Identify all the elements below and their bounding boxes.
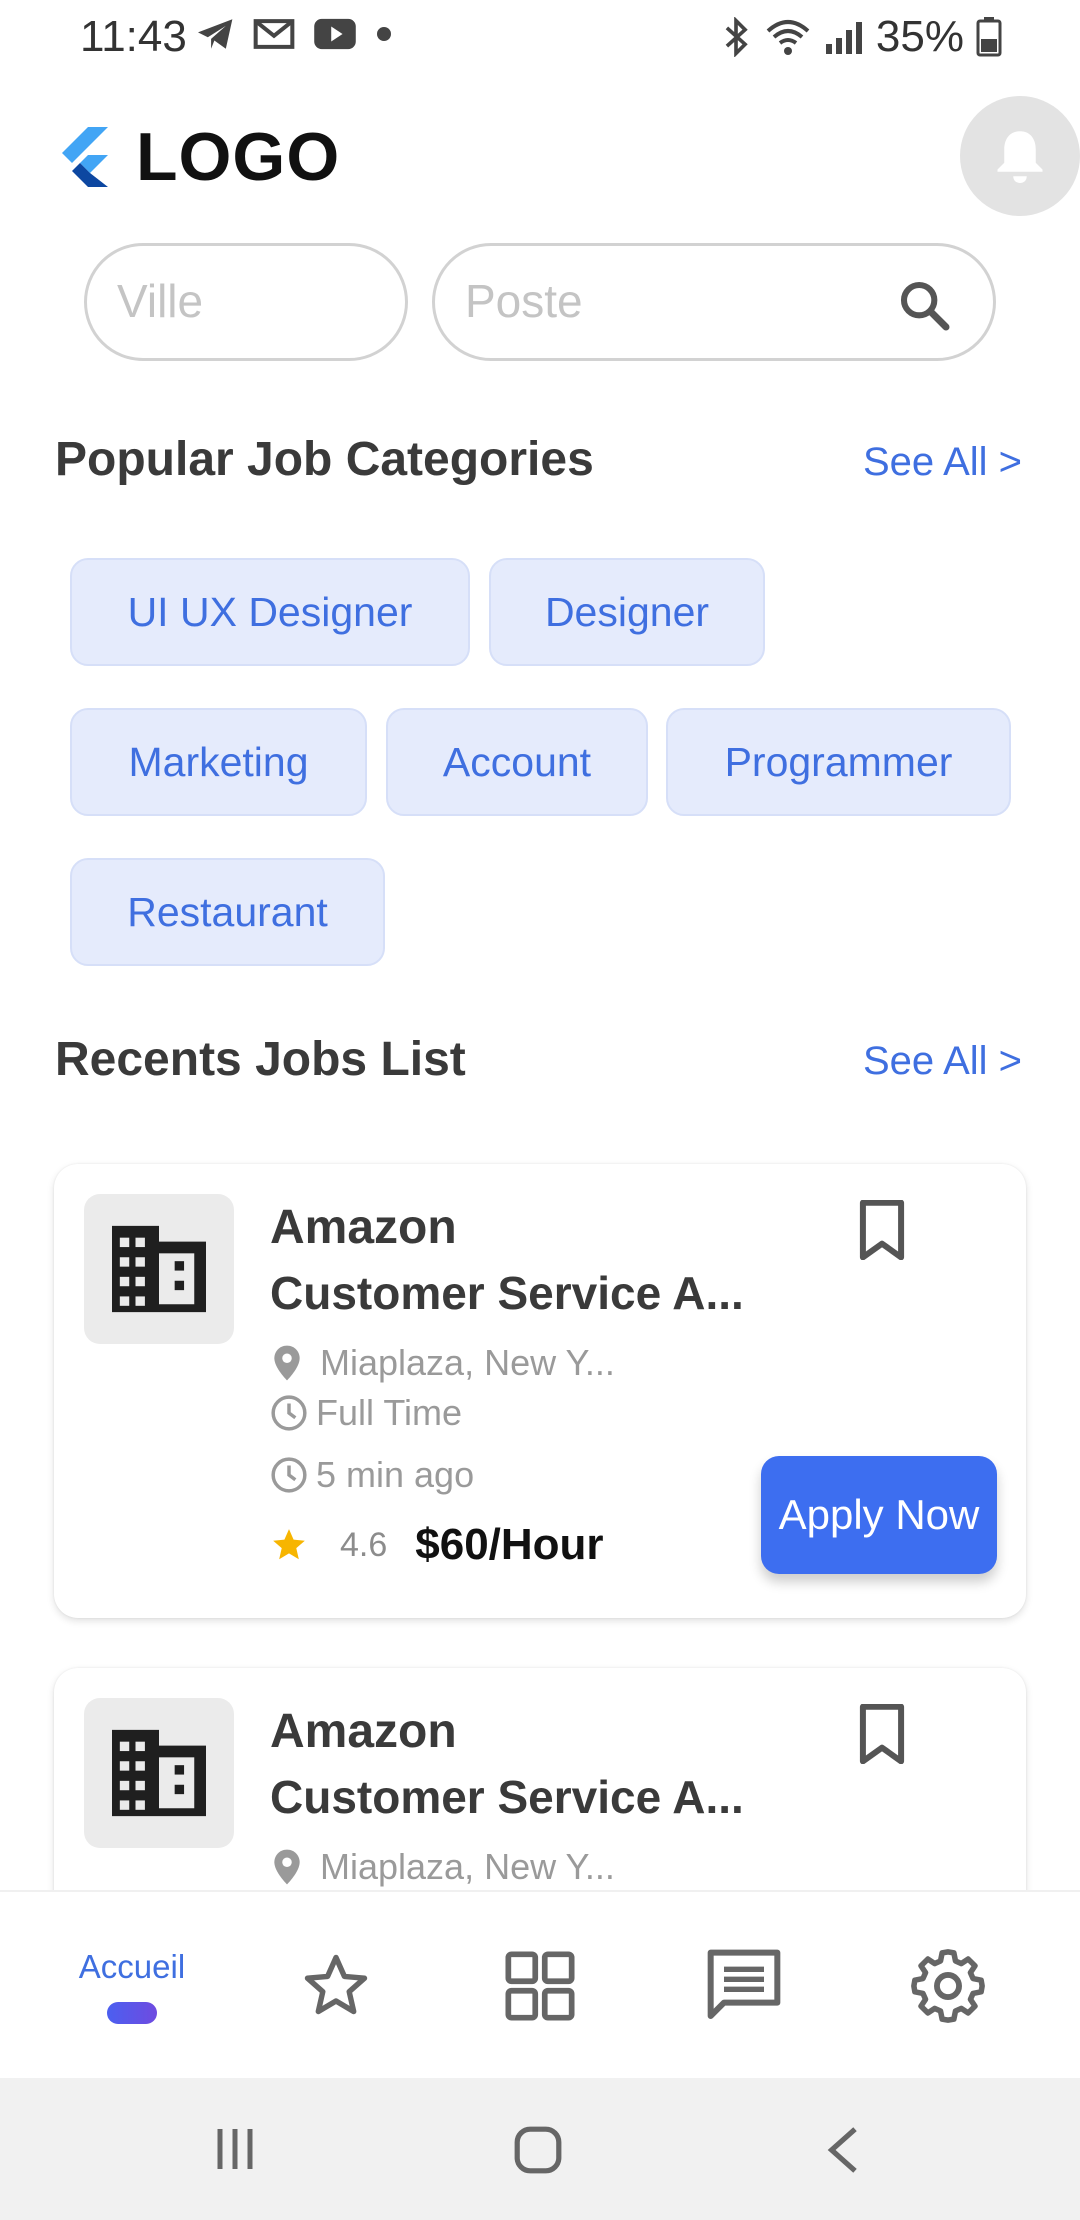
search-icon[interactable]: [897, 278, 953, 334]
telegram-icon: [198, 19, 233, 49]
wifi-icon: [766, 20, 810, 55]
location-pin-icon: [274, 1345, 300, 1381]
gmail-icon: [253, 19, 295, 49]
clock-icon: [271, 1457, 307, 1493]
job-type: Full Time: [270, 1392, 462, 1434]
category-chip[interactable]: UI UX Designer: [70, 558, 470, 666]
job-card[interactable]: Amazon Customer Service A... Miaplaza, N…: [54, 1164, 1026, 1618]
building-icon: [112, 1225, 206, 1313]
nav-item-messages[interactable]: [664, 1892, 824, 2080]
categories-title: Popular Job Categories: [55, 433, 594, 486]
system-icons: 35%: [720, 12, 1002, 62]
poste-input[interactable]: [465, 274, 856, 328]
ville-input[interactable]: [117, 274, 340, 328]
job-title: Customer Service A...: [270, 1267, 744, 1319]
app-logo: LOGO: [56, 118, 340, 196]
category-chip[interactable]: Programmer: [666, 708, 1011, 816]
category-chip[interactable]: Marketing: [70, 708, 367, 816]
bell-icon: [997, 131, 1043, 183]
poste-search-field[interactable]: [432, 243, 996, 361]
job-location-text: Miaplaza, New Y...: [320, 1342, 615, 1383]
bookmark-icon[interactable]: [854, 1200, 910, 1260]
bookmark-icon[interactable]: [854, 1704, 910, 1764]
system-navigation-bar: [0, 2078, 1080, 2220]
job-title: Customer Service A...: [270, 1771, 744, 1823]
star-icon: [304, 1954, 368, 2015]
category-chip[interactable]: Account: [386, 708, 648, 816]
location-pin-icon: [274, 1849, 300, 1885]
category-chip[interactable]: Restaurant: [70, 858, 385, 966]
nav-item-settings[interactable]: [868, 1892, 1028, 2080]
job-location: Miaplaza, New Y...: [270, 1342, 615, 1384]
nav-item-accueil[interactable]: Accueil: [52, 1892, 212, 2080]
bottom-navigation: Accueil: [0, 1890, 1080, 2078]
salary: $60/Hour: [415, 1520, 604, 1569]
signal-icon: [825, 22, 862, 54]
message-icon: [707, 1949, 781, 2019]
job-rating-salary: 4.6 $60/Hour: [270, 1520, 604, 1570]
gear-icon: [911, 1949, 985, 2023]
categories-see-all-link[interactable]: See All >: [863, 440, 1022, 485]
logo-text: LOGO: [136, 119, 341, 195]
building-icon: [112, 1729, 206, 1817]
nav-item-favorites[interactable]: [256, 1892, 416, 2080]
company-name: Amazon: [270, 1201, 457, 1254]
status-time: 11:43: [80, 12, 187, 61]
star-icon: [273, 1529, 305, 1560]
company-logo: [84, 1194, 234, 1344]
company-name: Amazon: [270, 1705, 457, 1758]
apply-now-button[interactable]: Apply Now: [761, 1456, 997, 1574]
recents-see-all-link[interactable]: See All >: [863, 1039, 1022, 1084]
category-chip[interactable]: Designer: [489, 558, 765, 666]
ville-search-field[interactable]: [84, 243, 408, 361]
notification-button[interactable]: [960, 96, 1080, 216]
active-indicator: [107, 2002, 157, 2024]
nav-item-categories[interactable]: [460, 1892, 620, 2080]
recents-title: Recents Jobs List: [55, 1033, 466, 1086]
job-location-text: Miaplaza, New Y...: [320, 1846, 615, 1887]
bluetooth-icon: [725, 17, 748, 57]
job-posted-text: 5 min ago: [316, 1454, 475, 1495]
nav-label-accueil: Accueil: [78, 1948, 186, 1985]
youtube-icon: [314, 18, 356, 50]
company-logo: [84, 1698, 234, 1848]
battery-percent: 35%: [875, 12, 964, 61]
clock-icon: [271, 1395, 307, 1431]
back-icon[interactable]: [820, 2124, 864, 2176]
job-location: Miaplaza, New Y...: [270, 1846, 615, 1888]
flutter-logo-icon: [62, 127, 108, 187]
job-type-text: Full Time: [316, 1392, 463, 1433]
grid-icon: [505, 1951, 575, 2021]
job-posted: 5 min ago: [270, 1454, 474, 1496]
battery-icon: [976, 17, 1002, 57]
dot-icon: [377, 27, 391, 41]
home-icon[interactable]: [512, 2124, 564, 2176]
notification-icons: [196, 16, 394, 52]
recent-apps-icon[interactable]: [210, 2124, 260, 2174]
rating-value: 4.6: [340, 1525, 388, 1564]
status-bar: 11:43 35%: [0, 0, 1080, 74]
